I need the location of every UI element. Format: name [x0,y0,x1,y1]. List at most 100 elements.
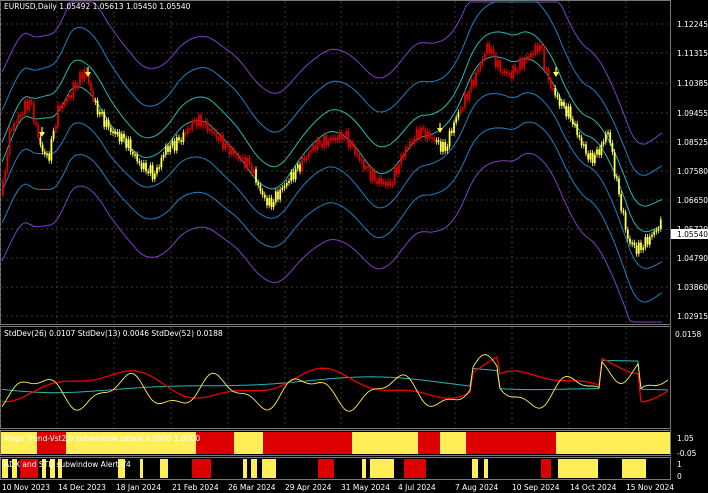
candle-body [519,58,521,71]
price-level: 1.03860 [677,283,708,292]
candle-body [21,113,24,116]
candle-body [153,173,156,180]
stddev-top-level: 0.0158 [675,330,701,339]
candle-body [193,120,196,122]
time-label: 26 Mar 2024 [228,483,276,492]
candle-body [6,153,9,172]
candle-body [391,183,394,186]
candle-body [224,143,227,150]
candle-body [362,159,365,170]
candle-body [637,242,640,254]
candle-body [525,56,528,61]
candle-body [270,197,273,207]
candle-body [266,198,268,206]
candle-body [439,141,442,152]
candle-body [125,138,128,148]
candle-body [162,154,165,158]
candle-body [268,197,271,206]
candle-body [514,66,517,72]
candle-body [250,164,253,174]
candle-body [252,169,255,174]
candle-body [585,144,587,154]
candle-body [72,83,75,98]
candle-body [149,165,152,174]
candle-body [8,128,11,154]
candle-body [303,157,306,160]
megatrend-bar [352,432,418,454]
candle-body [373,171,376,181]
candle-body [459,109,462,113]
candle-body [554,87,557,96]
candle-body [409,141,411,148]
candle-body [543,48,546,71]
candle-body [184,132,187,134]
candle-body [167,146,169,152]
candle-body [208,128,211,131]
candle-body [657,228,660,231]
adx-bar [318,459,334,478]
candle-body [494,54,497,68]
candle-body [24,100,26,114]
candle-body [230,148,233,155]
candle-body [530,53,532,58]
candle-body [411,141,414,143]
candle-body [437,140,440,142]
adx-level-low: 0 [677,472,682,481]
candle-body [138,161,141,164]
candle-body [228,144,231,155]
adx-bar [558,459,598,478]
candle-body [615,176,618,179]
candle-body [607,132,609,134]
candle-body [400,154,403,165]
candle-body [197,115,200,127]
candle-body [655,230,658,232]
candle-body [576,123,579,136]
candle-body [10,128,13,131]
candle-body [508,73,510,75]
candle-body [19,114,22,117]
candle-body [4,171,7,181]
candle-body [580,137,583,146]
price-level: 1.08525 [677,138,708,147]
candle-body [37,124,40,138]
candle-body [556,95,559,97]
stddev-title: StdDev(26) 0.0107 StdDev(13) 0.0046 StdD… [4,329,223,338]
candle-body [413,138,416,143]
candle-body [142,162,145,170]
candle-body [642,247,645,250]
candle-body [90,83,92,92]
candle-body [191,120,194,130]
candle-body [169,145,172,152]
adx-bar [192,459,211,478]
candle-body [631,242,634,245]
candle-body [483,53,486,59]
adx-bar [160,459,168,478]
candle-body [129,139,132,152]
candle-body [369,167,372,181]
main-title: EURUSD,Daily 1.05492 1.05613 1.05450 1.0… [4,2,191,11]
candle-body [63,102,66,105]
candle-body [332,137,334,141]
adx-bar [484,459,488,478]
candle-body [545,69,548,71]
candle-body [536,45,539,52]
candle-body [503,71,506,73]
candle-body [156,167,158,174]
current-price: 1.05540 [677,230,708,239]
candle-body [448,130,451,147]
candle-body [624,212,627,230]
candle-body [472,79,475,86]
candle-body [112,131,114,133]
candle-body [461,107,464,110]
price-level: 1.04790 [677,254,708,263]
candle-body [105,120,108,127]
candle-body [376,180,378,184]
candle-body [145,162,147,172]
candle-body [490,48,493,54]
trading-chart[interactable]: EURUSD,Daily 1.05492 1.05613 1.05450 1.0… [0,0,708,493]
megatrend-level-low: -0.05 [677,449,697,458]
candle-body [321,143,323,148]
candle-body [134,154,136,156]
candle-body [233,148,235,155]
megatrend-bar [196,432,234,454]
